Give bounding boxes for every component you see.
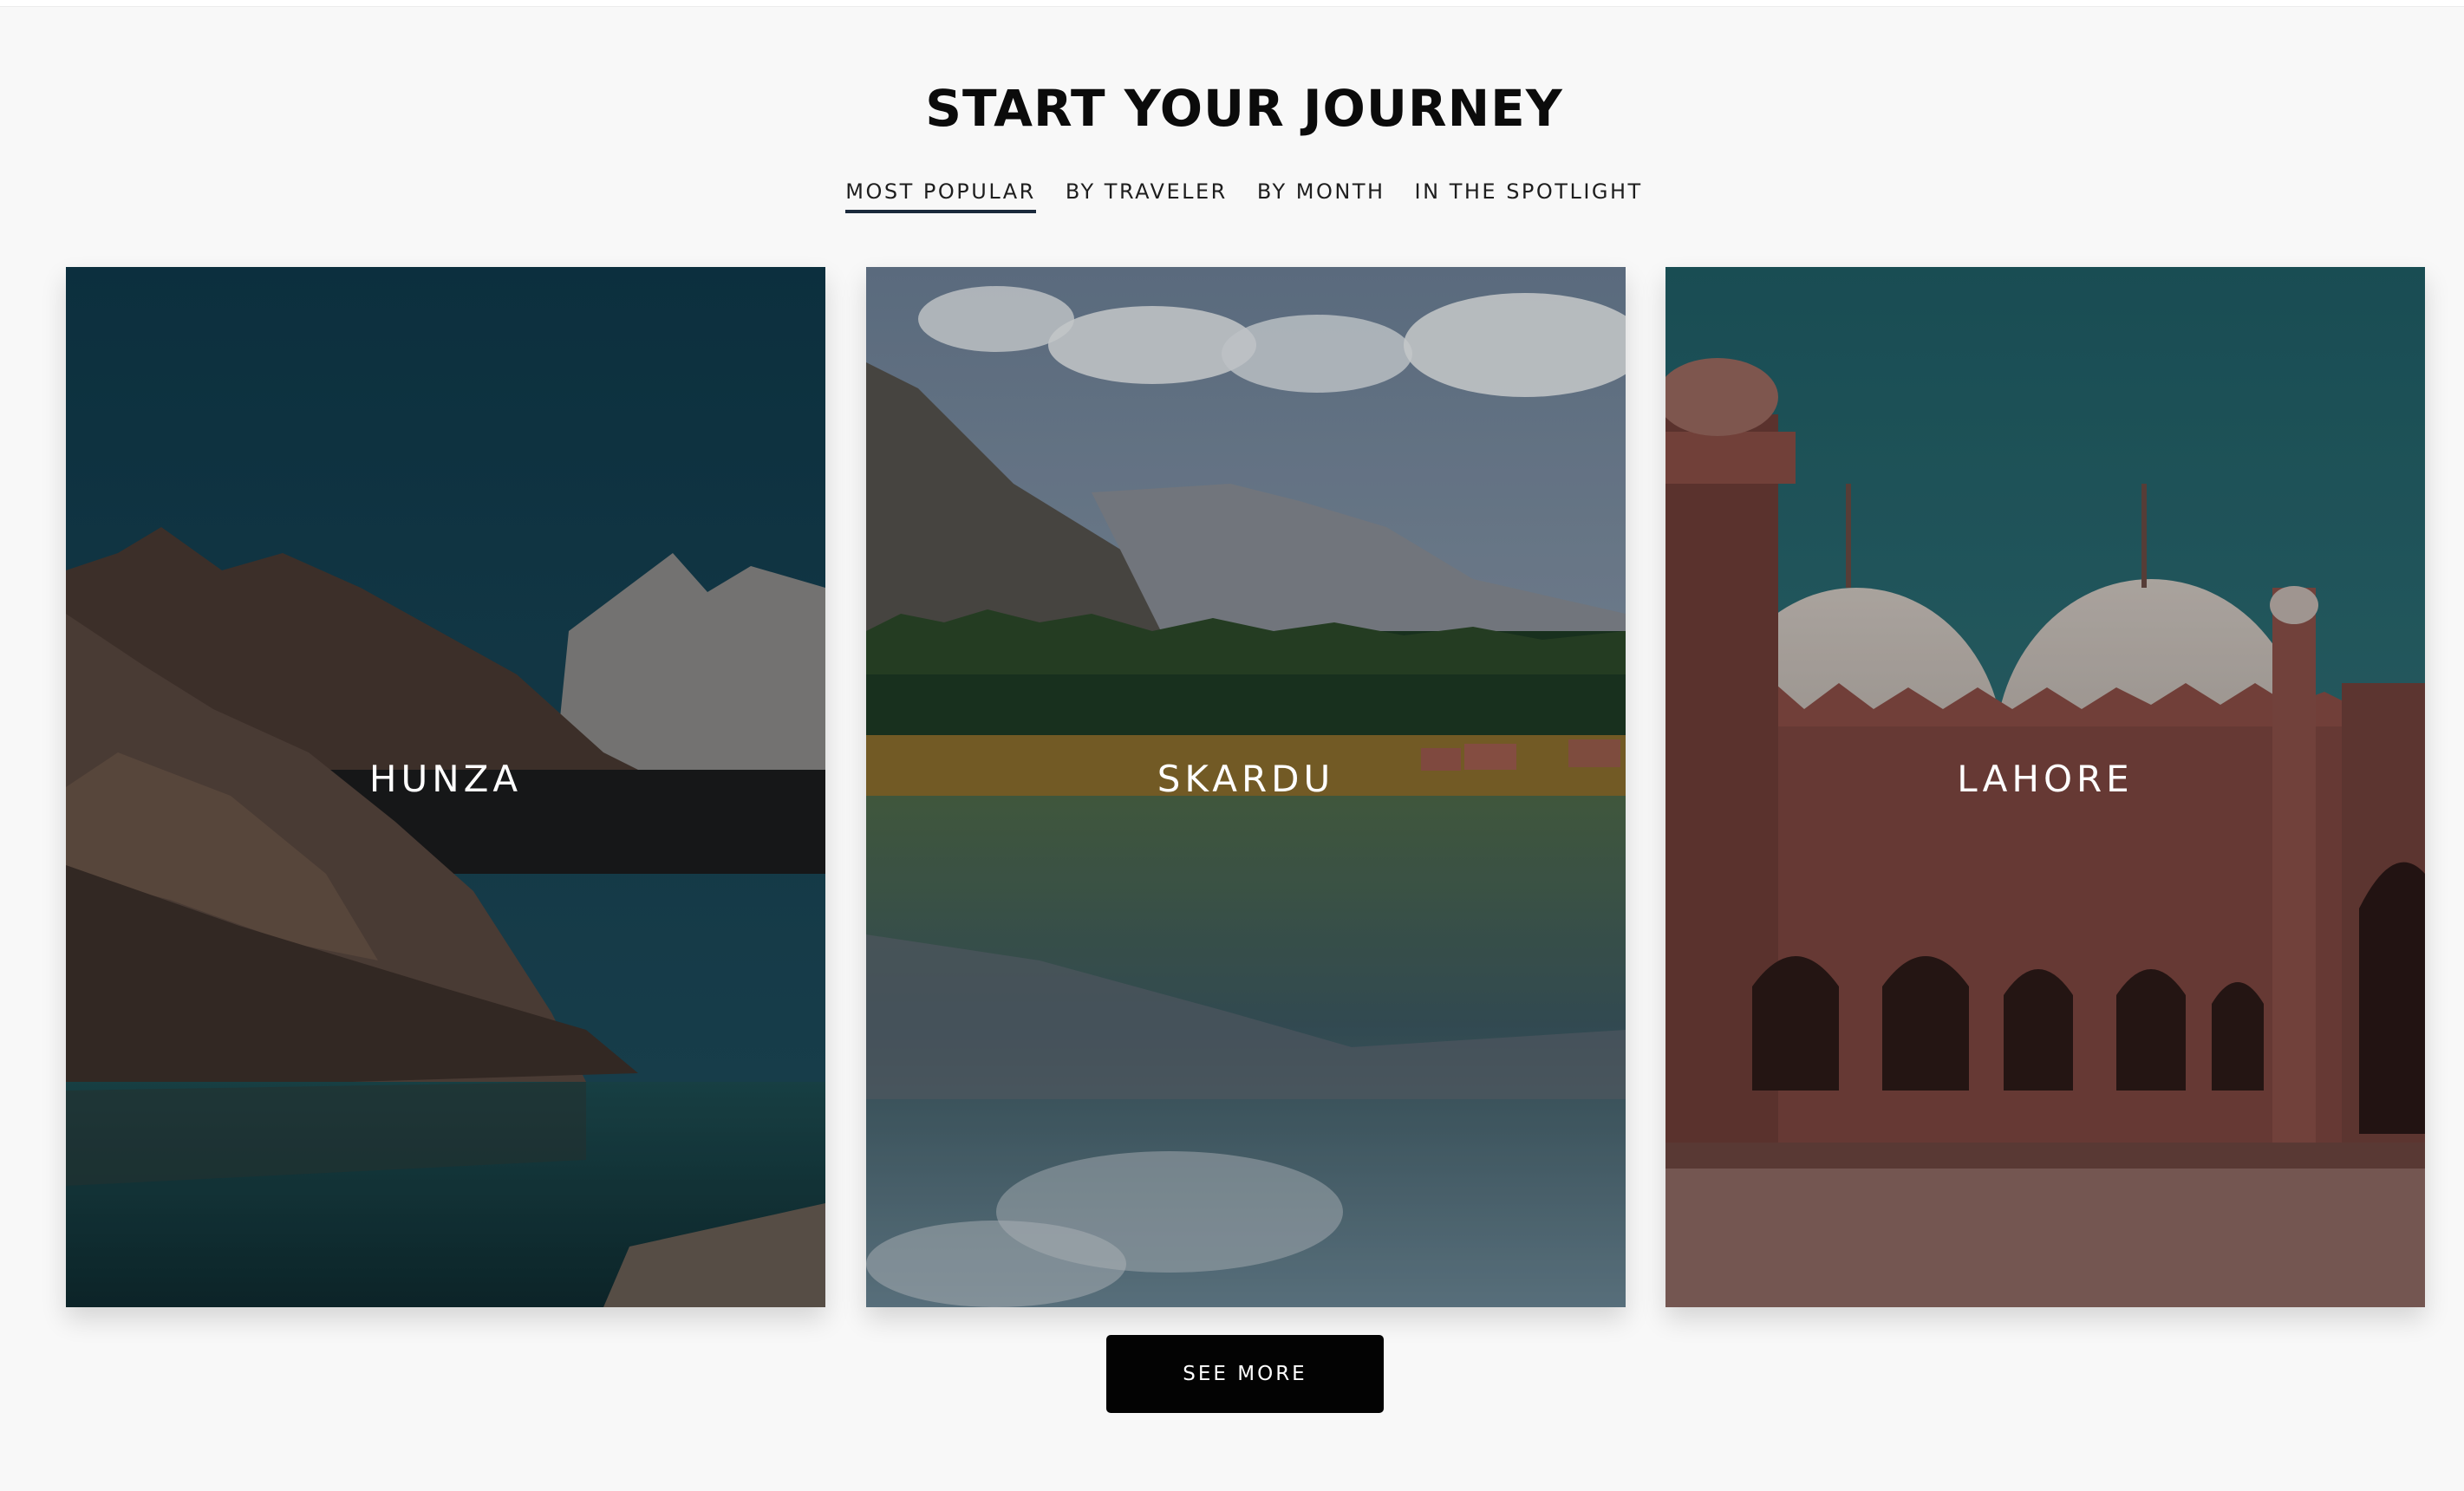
destination-name: HUNZA bbox=[368, 758, 523, 800]
destination-card-hunza[interactable]: HUNZA bbox=[66, 267, 825, 1307]
tab-by-month[interactable]: BY MONTH bbox=[1257, 179, 1385, 213]
destination-name: LAHORE bbox=[1957, 758, 2134, 800]
destination-card-skardu[interactable]: SKARDU bbox=[866, 267, 1626, 1307]
section-title: START YOUR JOURNEY bbox=[925, 79, 1563, 138]
category-tabs: MOST POPULAR BY TRAVELER BY MONTH IN THE… bbox=[0, 179, 2464, 213]
tab-by-traveler[interactable]: BY TRAVELER bbox=[1066, 179, 1228, 213]
tab-in-the-spotlight[interactable]: IN THE SPOTLIGHT bbox=[1415, 179, 1643, 213]
see-more-button[interactable]: SEE MORE bbox=[1106, 1335, 1384, 1413]
destination-name: SKARDU bbox=[1157, 758, 1335, 800]
top-bar bbox=[0, 0, 2464, 7]
destination-card-lahore[interactable]: LAHORE bbox=[1665, 267, 2425, 1307]
tab-most-popular[interactable]: MOST POPULAR bbox=[845, 179, 1036, 213]
